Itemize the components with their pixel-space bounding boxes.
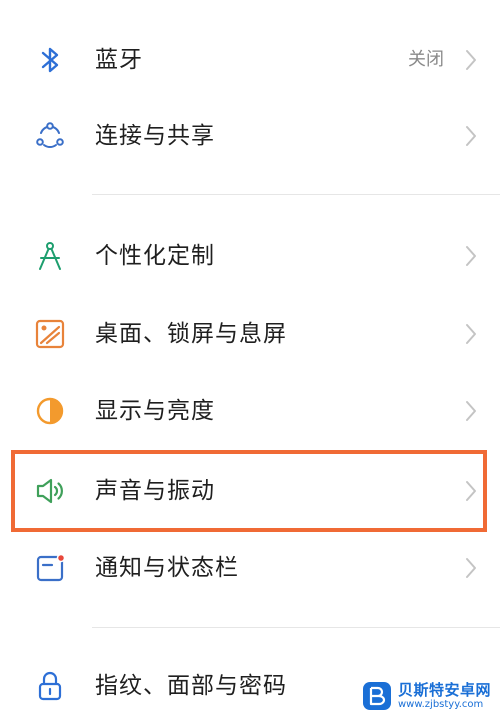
section-divider bbox=[92, 627, 500, 628]
settings-item-notification-statusbar[interactable]: 通知与状态栏 bbox=[0, 530, 500, 606]
watermark-title: 贝斯特安卓网 bbox=[398, 681, 492, 699]
settings-list: 蓝牙 关闭 连接与共享 个性化定制 桌面、锁屏与息屏 显示与亮度 声音与振动 通… bbox=[0, 0, 500, 721]
connection-sharing-icon bbox=[32, 118, 68, 154]
settings-item-label: 连接与共享 bbox=[95, 123, 215, 149]
chevron-right-icon bbox=[464, 244, 478, 268]
settings-item-personalization[interactable]: 个性化定制 bbox=[0, 218, 500, 294]
chevron-right-icon bbox=[464, 556, 478, 580]
chevron-right-icon bbox=[464, 124, 478, 148]
lock-icon bbox=[32, 668, 68, 704]
chevron-right-icon bbox=[464, 399, 478, 423]
settings-item-label: 桌面、锁屏与息屏 bbox=[95, 321, 287, 347]
display-brightness-icon bbox=[32, 393, 68, 429]
notification-statusbar-icon bbox=[32, 550, 68, 586]
settings-item-wallpaper-lockscreen[interactable]: 桌面、锁屏与息屏 bbox=[0, 296, 500, 372]
settings-item-connection-sharing[interactable]: 连接与共享 bbox=[0, 98, 500, 174]
bluetooth-icon bbox=[32, 42, 68, 78]
settings-item-label: 声音与振动 bbox=[95, 478, 215, 504]
sound-vibration-icon bbox=[32, 473, 68, 509]
chevron-right-icon bbox=[464, 479, 478, 503]
settings-item-label: 蓝牙 bbox=[95, 47, 143, 73]
settings-item-label: 显示与亮度 bbox=[95, 398, 215, 424]
bluetooth-status-value: 关闭 bbox=[408, 49, 444, 70]
watermark-url: www.zjbstyy.com bbox=[398, 699, 484, 710]
personalization-icon bbox=[32, 238, 68, 274]
settings-item-sound-vibration[interactable]: 声音与振动 bbox=[0, 453, 500, 529]
watermark: 贝斯特安卓网 www.zjbstyy.com bbox=[360, 677, 496, 717]
settings-item-label: 通知与状态栏 bbox=[95, 555, 239, 581]
settings-item-label: 个性化定制 bbox=[95, 243, 215, 269]
chevron-right-icon bbox=[464, 48, 478, 72]
section-divider bbox=[92, 194, 500, 195]
watermark-logo-icon bbox=[360, 679, 394, 713]
wallpaper-icon bbox=[32, 316, 68, 352]
chevron-right-icon bbox=[464, 322, 478, 346]
settings-item-display-brightness[interactable]: 显示与亮度 bbox=[0, 373, 500, 449]
settings-item-bluetooth[interactable]: 蓝牙 关闭 bbox=[0, 22, 500, 98]
settings-item-label: 指纹、面部与密码 bbox=[95, 673, 287, 699]
